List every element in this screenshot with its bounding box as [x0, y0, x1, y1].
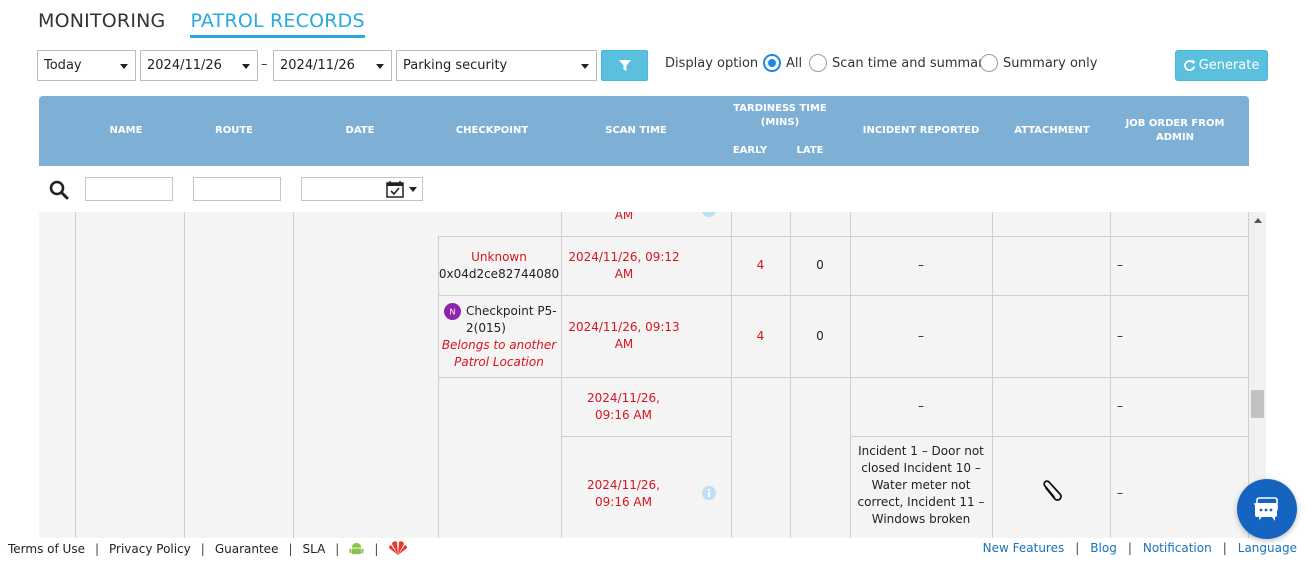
chevron-down-icon — [242, 64, 250, 69]
job-order-value: – — [1117, 486, 1123, 500]
radio-scan-time-summary[interactable]: Scan time and summary — [809, 54, 991, 72]
incident-value: – — [918, 258, 924, 272]
footer-right-links: New Features | Blog | Notification | Lan… — [982, 541, 1297, 555]
calendar-icon[interactable] — [386, 180, 404, 198]
col-late[interactable]: LATE — [785, 144, 835, 158]
filter-button[interactable] — [601, 50, 648, 81]
guarantee-link[interactable]: Guarantee — [215, 542, 279, 556]
privacy-policy-link[interactable]: Privacy Policy — [109, 542, 191, 556]
job-order-value: – — [1117, 258, 1123, 272]
col-early[interactable]: EARLY — [725, 144, 775, 158]
checkpoint-note: Belongs to another Patrol Location — [441, 338, 557, 369]
early-value: 4 — [756, 258, 765, 272]
info-icon[interactable] — [701, 485, 717, 501]
chevron-down-icon — [581, 64, 589, 69]
date-to-value: 2024/11/26 — [280, 58, 355, 73]
late-value: 0 — [816, 329, 824, 343]
info-icon[interactable] — [701, 212, 717, 218]
svg-text:N: N — [450, 308, 456, 317]
date-from-select[interactable]: 2024/11/26 — [140, 50, 258, 81]
footer: Terms of Use | Privacy Policy | Guarante… — [0, 538, 1307, 563]
generate-button-label: Generate — [1198, 58, 1260, 73]
col-tardiness: TARDINESS TIME (MINS) — [733, 103, 827, 128]
route-filter-input[interactable] — [193, 177, 281, 201]
scan-time: 2024/11/26, 09:16 AM — [587, 478, 660, 509]
col-date[interactable]: DATE — [325, 124, 395, 138]
period-select[interactable]: Today — [37, 50, 136, 81]
location-select-value: Parking security — [403, 58, 508, 73]
radio-summary-only[interactable]: Summary only — [980, 54, 1097, 72]
checkpoint-name: Checkpoint P5-2(015) — [466, 304, 557, 335]
blog-link[interactable]: Blog — [1090, 541, 1117, 555]
search-icon[interactable] — [49, 180, 69, 200]
job-order-value: – — [1117, 329, 1123, 343]
tab-patrol-records[interactable]: PATROL RECORDS — [190, 8, 365, 38]
late-value: 0 — [816, 258, 824, 272]
scan-time: 2024/11/26, 09:12 AM — [568, 250, 680, 281]
huawei-icon[interactable] — [388, 541, 408, 556]
date-to-select[interactable]: 2024/11/26 — [273, 50, 392, 81]
date-filter-input[interactable] — [301, 177, 423, 201]
radio-circle — [980, 54, 998, 72]
filter-icon — [618, 59, 631, 71]
incident-value: – — [918, 329, 924, 343]
table-header: NAME ROUTE DATE CHECKPOINT SCAN TIME TAR… — [39, 96, 1249, 166]
checkpoint-id: 0x04d2ce82744080 — [438, 267, 560, 281]
tab-bar: MONITORING PATROL RECORDS — [38, 8, 365, 40]
location-select[interactable]: Parking security — [396, 50, 597, 81]
table-body: AM Unknown 0x04d2ce82744080 2024/11/26, … — [39, 212, 1249, 538]
scan-time-partial: AM — [614, 212, 634, 222]
col-incident[interactable]: INCIDENT REPORTED — [850, 124, 992, 138]
footer-left-links: Terms of Use | Privacy Policy | Guarante… — [8, 541, 408, 556]
incident-value: – — [918, 399, 924, 413]
radio-all-label: All — [786, 55, 803, 71]
checkpoint-status: Unknown — [471, 250, 527, 264]
col-checkpoint[interactable]: CHECKPOINT — [447, 124, 537, 138]
scan-time: 2024/11/26, 09:13 AM — [568, 320, 680, 351]
chat-button[interactable] — [1237, 479, 1297, 539]
tab-monitoring[interactable]: MONITORING — [38, 8, 165, 38]
col-route[interactable]: ROUTE — [199, 124, 269, 138]
notification-link[interactable]: Notification — [1143, 541, 1212, 555]
scroll-up-icon[interactable] — [1254, 218, 1262, 223]
sla-link[interactable]: SLA — [303, 542, 326, 556]
radio-summary-only-label: Summary only — [1003, 55, 1098, 71]
radio-circle — [763, 54, 781, 72]
radio-circle — [809, 54, 827, 72]
refresh-icon — [1183, 60, 1195, 71]
new-features-link[interactable]: New Features — [983, 541, 1065, 555]
col-name[interactable]: NAME — [91, 124, 161, 138]
date-range-separator: – — [261, 57, 268, 72]
chevron-down-icon — [120, 64, 128, 69]
language-link[interactable]: Language — [1238, 541, 1297, 555]
job-order-value: – — [1117, 399, 1123, 413]
period-select-value: Today — [44, 58, 82, 73]
display-option-label: Display option — [665, 56, 759, 71]
chevron-down-icon — [376, 64, 384, 69]
incident-list: Incident 1 – Door not closed Incident 10… — [857, 444, 985, 526]
scan-time: 2024/11/26, 09:16 AM — [587, 391, 660, 422]
scrollbar-thumb[interactable] — [1251, 390, 1264, 418]
name-filter-input[interactable] — [85, 177, 173, 201]
radio-all[interactable]: All — [763, 54, 802, 72]
date-from-value: 2024/11/26 — [147, 58, 222, 73]
col-job-order[interactable]: JOB ORDER FROM ADMIN — [1119, 117, 1231, 145]
terms-of-use-link[interactable]: Terms of Use — [8, 542, 85, 556]
early-value: 4 — [756, 329, 765, 343]
chat-icon — [1254, 497, 1278, 521]
paperclip-icon[interactable] — [1040, 479, 1064, 505]
col-scan-time[interactable]: SCAN TIME — [591, 124, 681, 138]
nfc-icon: N — [444, 303, 461, 320]
col-attachment[interactable]: ATTACHMENT — [993, 124, 1111, 138]
radio-scan-time-summary-label: Scan time and summary — [832, 55, 992, 71]
generate-button[interactable]: Generate — [1175, 50, 1268, 81]
android-icon[interactable] — [349, 541, 364, 556]
chevron-down-icon — [409, 187, 417, 192]
